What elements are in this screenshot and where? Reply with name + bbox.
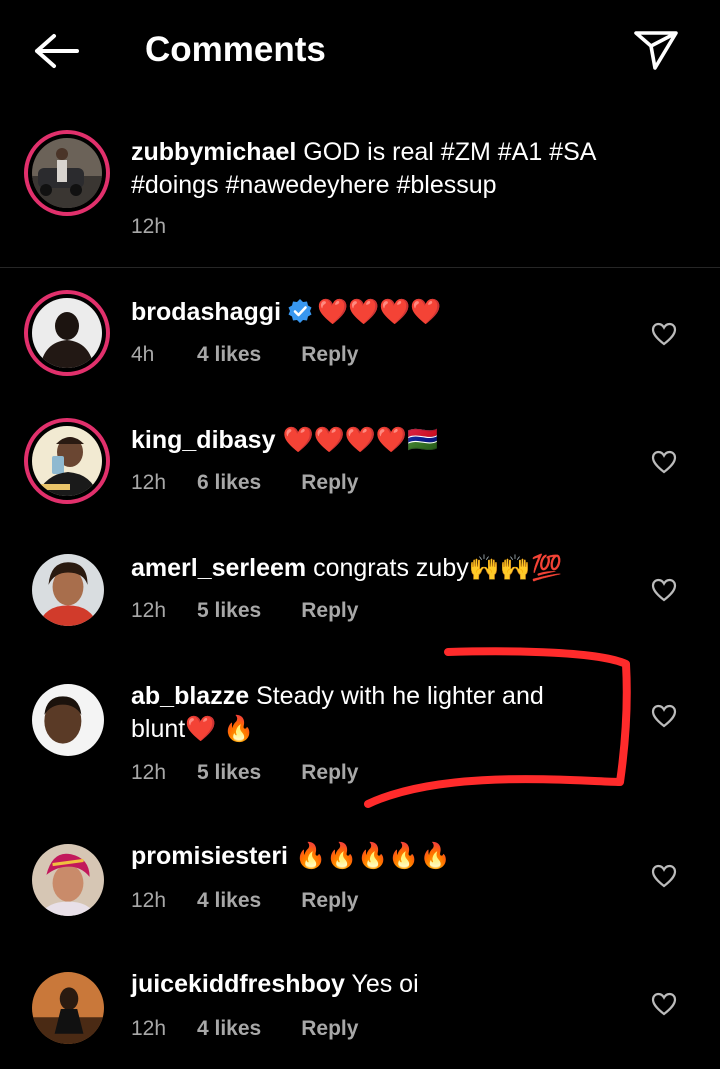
caption-username[interactable]: zubbymichael [131,138,296,166]
like-button[interactable] [648,574,680,606]
comment-text: ❤️❤️❤️❤️ [317,298,442,326]
profile-photo [32,138,102,208]
comment-text: 🔥🔥🔥🔥🔥 [294,842,451,870]
post-caption: zubbymichael GOD is real #ZM #A1 #SA #do… [0,126,720,266]
profile-photo [32,554,104,626]
heart-outline-icon [651,704,677,728]
comment-likes[interactable]: 4 likes [197,343,261,367]
comment-time: 12h [131,1017,167,1040]
avatar[interactable] [24,418,110,504]
reply-button[interactable]: Reply [301,599,358,623]
comment-likes[interactable]: 4 likes [197,1017,261,1041]
comment-username[interactable]: amerl_serleem [131,554,306,582]
like-button[interactable] [648,700,680,732]
avatar[interactable] [32,972,104,1044]
profile-photo [32,426,102,496]
comment-username[interactable]: ab_blazze [131,682,249,710]
comment-text: blunt❤️ 🔥 [131,715,255,743]
comment-username[interactable]: juicekiddfreshboy [131,970,345,998]
comment-time: 12h [131,471,167,494]
like-button[interactable] [648,318,680,350]
like-button[interactable] [648,446,680,478]
caption-text: GOD is real #ZM #A1 #SA [303,138,597,166]
comment-likes[interactable]: 5 likes [197,761,261,785]
comment-time: 12h [131,889,167,912]
comment-time: 12h [131,761,167,784]
comment-text: Steady with he lighter and [256,682,544,710]
like-button[interactable] [648,860,680,892]
paper-plane-icon [634,31,678,70]
header-bar: Comments [0,0,720,100]
comment-username[interactable]: king_dibasy [131,426,276,454]
avatar[interactable] [32,844,104,916]
avatar[interactable] [32,684,104,756]
avatar[interactable] [24,130,110,216]
profile-photo [32,684,104,756]
comment-time: 12h [131,599,167,622]
heart-outline-icon [651,578,677,602]
back-button[interactable] [28,26,84,76]
avatar[interactable] [32,554,104,626]
like-button[interactable] [648,988,680,1020]
verified-badge-icon [288,299,312,323]
caption-text: #doings #nawedeyhere #blessup [131,171,497,199]
reply-button[interactable]: Reply [301,889,358,913]
caption-time: 12h [131,215,167,238]
avatar[interactable] [24,290,110,376]
reply-button[interactable]: Reply [301,1017,358,1041]
comment-username[interactable]: brodashaggi [131,298,281,326]
heart-outline-icon [651,992,677,1016]
comment-text: ❤️❤️❤️❤️🇬🇲 [282,426,439,454]
heart-outline-icon [651,864,677,888]
reply-button[interactable]: Reply [301,761,358,785]
profile-photo [32,972,104,1044]
profile-photo [32,298,102,368]
comment-likes[interactable]: 4 likes [197,889,261,913]
share-button[interactable] [628,24,684,76]
comment-text: congrats zuby🙌🙌💯 [313,554,563,582]
divider [0,267,720,268]
heart-outline-icon [651,450,677,474]
reply-button[interactable]: Reply [301,471,358,495]
comment-username[interactable]: promisiesteri [131,842,288,870]
comment-likes[interactable]: 6 likes [197,471,261,495]
comment-text: Yes oi [351,970,419,998]
heart-outline-icon [651,322,677,346]
page-title: Comments [145,30,326,69]
comment-likes[interactable]: 5 likes [197,599,261,623]
comment-time: 4h [131,343,155,366]
arrow-left-icon [35,34,79,68]
profile-photo [32,844,104,916]
reply-button[interactable]: Reply [301,343,358,367]
